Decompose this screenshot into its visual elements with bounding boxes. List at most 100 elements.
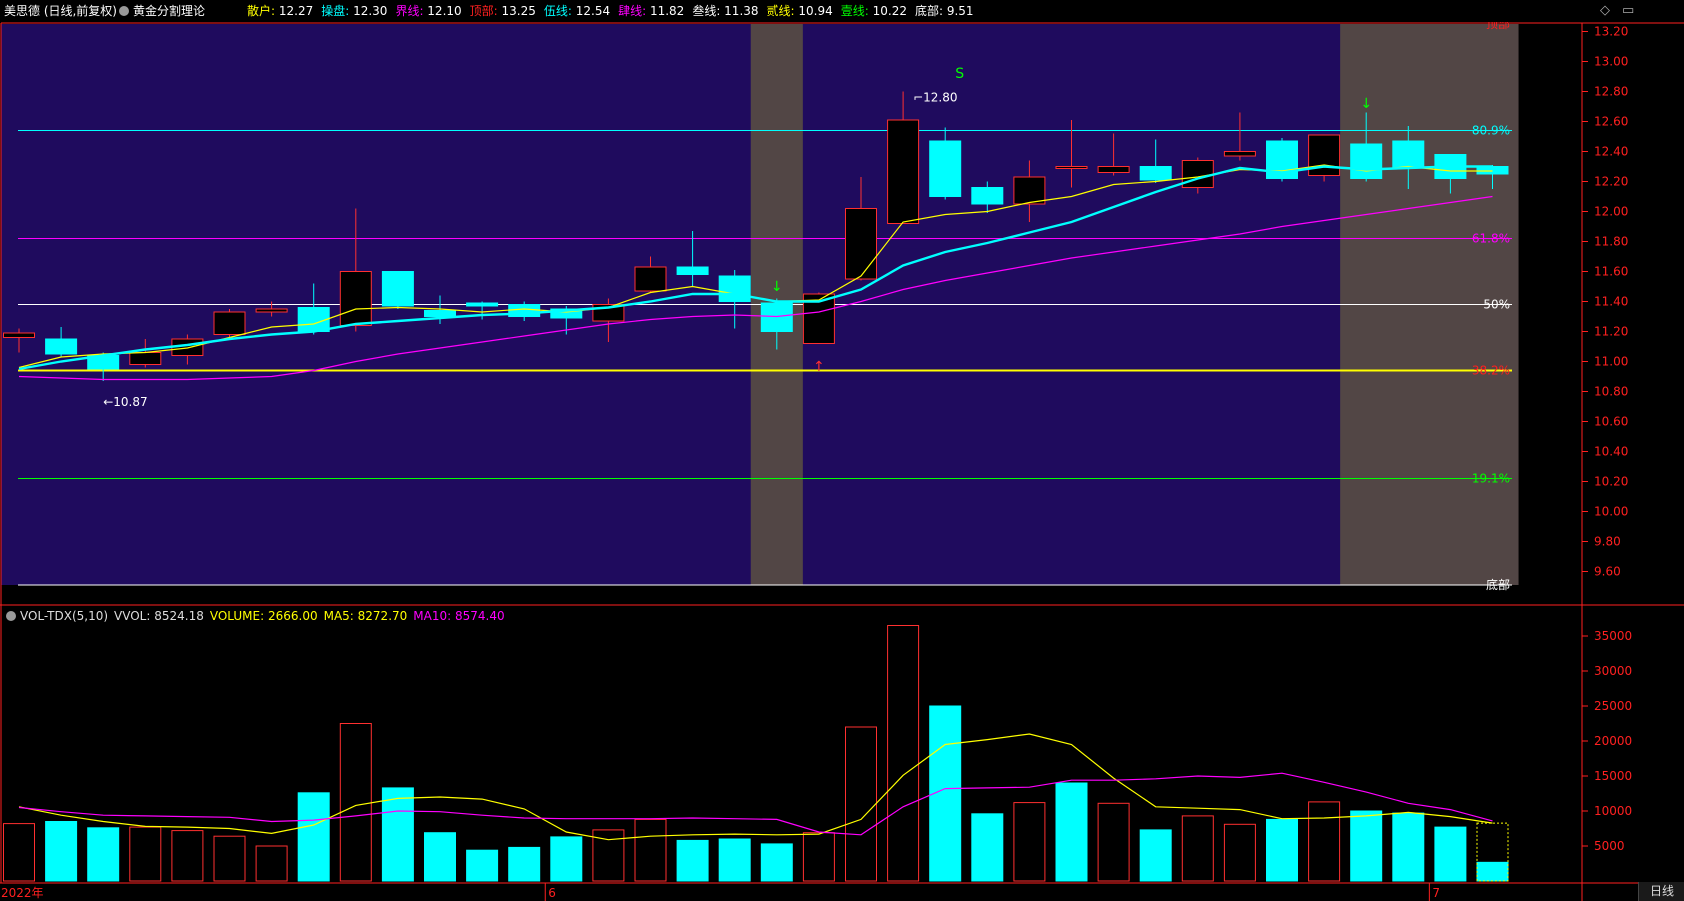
- volume-bar: [634, 818, 667, 882]
- volume-bar: [297, 792, 330, 882]
- header-bar: 美思德 (日线,前复权) 黄金分割理论 散户: 12.27 操盘: 12.30 界线…: [0, 0, 1684, 22]
- volume-bar: [1055, 782, 1088, 882]
- price-tick-label: 12.40: [1594, 145, 1628, 159]
- price-tick-label: 13.20: [1594, 25, 1628, 39]
- chart-canvas: 13.20 13.00 12.80 12.60 12.40 12.20 12.00 11.80…: [0, 16, 1684, 901]
- x-tick-label: 6: [548, 886, 556, 900]
- volume-dropdown-icon[interactable]: [6, 610, 16, 621]
- header-line-value: 贰线: 10.94: [767, 4, 833, 18]
- ma10-value: MA10: 8574.40: [413, 609, 505, 623]
- volume-bar: [845, 726, 877, 882]
- stock-title[interactable]: 美思德 (日线,前复权): [4, 0, 117, 22]
- candle-body: [1055, 166, 1088, 169]
- header-line-value: 顶部: 13.25: [470, 4, 536, 18]
- volume-bar: [1308, 801, 1341, 882]
- volume-bar: [213, 835, 246, 882]
- header-line-label: 叁线:: [692, 4, 721, 18]
- indicator-dropdown-icon[interactable]: [119, 5, 129, 16]
- ma5-value: MA5: 8272.70: [323, 609, 408, 623]
- volume-tick-label: 35000: [1594, 629, 1632, 643]
- volume-bar: [971, 813, 1004, 882]
- volume-bar: [87, 827, 120, 882]
- volume-bar: [1392, 812, 1425, 882]
- header-line-value: 肆线: 11.82: [618, 4, 684, 18]
- header-line-value: 界线: 12.10: [395, 4, 461, 18]
- price-tick-label: 12.00: [1594, 205, 1628, 219]
- price-tick-label: 12.80: [1594, 85, 1628, 99]
- volume-bar: [1434, 826, 1467, 882]
- price-tick-label: 10.80: [1594, 385, 1628, 399]
- candle-body: [339, 271, 372, 326]
- header-line-number: 12.27: [275, 4, 314, 18]
- volume-bar: [1097, 802, 1130, 882]
- candle-body: [466, 302, 499, 307]
- diamond-icon[interactable]: ◇: [1600, 0, 1610, 22]
- volume-bar: [255, 845, 288, 882]
- candle-body: [381, 271, 414, 307]
- header-line-value: 壹线: 10.22: [841, 4, 907, 18]
- candle-body: [845, 208, 877, 280]
- header-line-value: 散户: 12.27: [247, 4, 313, 18]
- candle-body: [1223, 151, 1256, 157]
- candle-body: [45, 338, 78, 355]
- header-line-label: 界线:: [395, 4, 424, 18]
- fib-level-label: 80.9%: [1472, 124, 1510, 138]
- volume-indicator-name[interactable]: VOL-TDX(5,10): [20, 609, 108, 623]
- header-line-number: 11.38: [720, 4, 759, 18]
- signal-s-label: S: [955, 66, 964, 82]
- price-tick-label: 10.20: [1594, 475, 1628, 489]
- fib-level-label: 底部: [1486, 577, 1510, 592]
- candle-body: [1392, 140, 1425, 169]
- candle-body: [929, 140, 962, 197]
- volume-bar: [802, 832, 835, 882]
- header-line-number: 12.54: [571, 4, 611, 18]
- volume-bar: [45, 821, 78, 882]
- price-tick-label: 10.40: [1594, 445, 1628, 459]
- volume-tick-label: 15000: [1594, 769, 1632, 783]
- volume-value: VOLUME: 2666.00: [209, 609, 318, 623]
- candle-body: [676, 266, 709, 275]
- volume-tick-label: 20000: [1594, 734, 1632, 748]
- candle-body: [1013, 176, 1046, 205]
- indicator-values: 散户: 12.27 操盘: 12.30 界线: 12.10 顶部: 13.25 伍线: …: [247, 0, 982, 22]
- candle-body: [718, 275, 751, 302]
- volume-bar: [1223, 823, 1256, 882]
- volume-bar: [718, 838, 751, 882]
- down-arrow-icon: ↓: [771, 279, 783, 295]
- header-line-value: 伍线: 12.54: [544, 4, 610, 18]
- volume-bar: [466, 849, 499, 882]
- candle-body: [1097, 166, 1130, 173]
- period-daily-button[interactable]: 日线: [1638, 882, 1684, 901]
- volume-bar: [129, 826, 162, 882]
- volume-bar: [1181, 815, 1214, 882]
- candle-body: [255, 308, 288, 313]
- volume-tick-label: 30000: [1594, 664, 1632, 678]
- price-tick-label: 9.60: [1594, 565, 1621, 579]
- candle-body: [1181, 160, 1214, 188]
- header-line-value: 叁线: 11.38: [692, 4, 758, 18]
- price-tick-label: 9.80: [1594, 535, 1621, 549]
- volume-bar: [3, 823, 35, 882]
- price-tick-label: 11.20: [1594, 325, 1628, 339]
- down-arrow-icon: ↓: [1360, 96, 1372, 112]
- candle-body: [129, 352, 162, 365]
- indicator-selector[interactable]: 黄金分割理论: [119, 0, 205, 22]
- header-line-label: 操盘:: [321, 4, 350, 18]
- volume-bar: [424, 832, 456, 882]
- header-line-number: 10.22: [868, 4, 907, 18]
- x-tick-label: 7: [1432, 886, 1440, 900]
- volume-bar: [887, 625, 920, 882]
- volume-bar: [1139, 829, 1172, 882]
- maximize-icon[interactable]: ▭: [1622, 0, 1634, 22]
- candle-body: [3, 332, 35, 338]
- price-tick-label: 11.40: [1594, 295, 1628, 309]
- header-line-label: 壹线:: [840, 4, 869, 18]
- volume-bar: [676, 839, 709, 882]
- candle-body: [760, 302, 793, 332]
- header-line-label: 底部:: [914, 4, 944, 18]
- candle-body: [971, 187, 1004, 205]
- volume-tick-label: 10000: [1594, 804, 1632, 818]
- price-tick-label: 12.20: [1594, 175, 1628, 189]
- volume-tick-label: 5000: [1594, 839, 1625, 853]
- vvol-value: VVOL: 8524.18: [114, 609, 204, 623]
